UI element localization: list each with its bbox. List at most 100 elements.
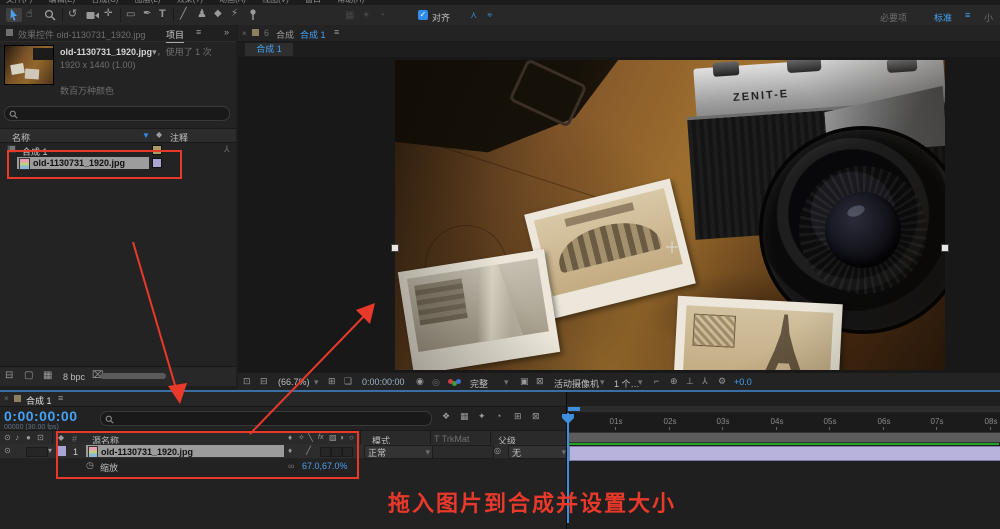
clone-stamp-tool[interactable]: ♟ [197, 9, 207, 20]
snap-label[interactable]: 对齐 [432, 11, 450, 24]
axis-mode-icon[interactable]: ⋏ [470, 10, 477, 21]
layer-name[interactable]: old-1130731_1920.jpg [101, 447, 193, 457]
roi-icon[interactable]: ▣ [520, 377, 529, 386]
resolution-dropdown-icon[interactable]: ▾ [504, 377, 509, 388]
menu-help[interactable]: 帮助(H) [337, 0, 364, 4]
hand-tool[interactable]: ☝ [26, 9, 33, 20]
view-layout-select[interactable]: 1 个… [614, 377, 640, 390]
pixel-aspect-icon[interactable]: ⌐ [654, 377, 659, 386]
camera-tool[interactable] [86, 11, 100, 20]
show-snapshot-icon[interactable]: ◎ [432, 377, 440, 388]
axis-target-icon[interactable]: ⌖ [487, 10, 493, 21]
workspace-standard[interactable]: 标准 [934, 11, 952, 24]
menu-file[interactable]: 文件(F) [6, 0, 32, 4]
pan-behind-tool[interactable]: ✛ [104, 9, 112, 19]
comp-label-swatch[interactable] [152, 145, 162, 155]
shy-layers-icon[interactable]: ✦ [478, 412, 486, 421]
trkmat-column[interactable]: T TrkMat [434, 434, 469, 444]
eraser-tool[interactable]: ◆ [214, 9, 222, 19]
motion-blur-icon[interactable]: ⊞ [514, 412, 522, 421]
rect-tool[interactable]: ▭ [126, 10, 135, 20]
channel-icon[interactable] [448, 379, 462, 386]
layer-shy-toggle[interactable]: ♦ [288, 447, 292, 455]
layer-row[interactable]: ⊙ ▾ 1 old-1130731_1920.jpg ♦ ╲ 正常 ▾ ◎ 无 ▾ [0, 444, 570, 459]
comp-viewer[interactable]: ZENIT-E [238, 57, 1000, 372]
comp-viewer-tab[interactable]: 合成 1 [245, 43, 293, 56]
track-scroll-thumb[interactable] [568, 407, 580, 411]
footage-label-swatch[interactable] [152, 158, 162, 168]
roto-brush-tool[interactable]: ⚡ [231, 9, 238, 19]
current-timecode[interactable]: 0:00:00:00 [4, 408, 78, 424]
menu-layer[interactable]: 图层(L) [135, 0, 161, 4]
camera-view-dropdown-icon[interactable]: ▾ [600, 377, 605, 388]
panel-overflow-icon[interactable]: » [224, 28, 229, 37]
comp-panel-menu-icon[interactable]: ≡ [334, 28, 339, 37]
timeline-search-input[interactable] [100, 411, 432, 426]
layer-handle-left[interactable] [391, 244, 399, 252]
mini-flowchart-icon[interactable]: ❖ [442, 412, 450, 421]
pen-tool[interactable]: ✒ [143, 9, 151, 19]
project-search-input[interactable] [4, 106, 230, 121]
region-of-interest-icon[interactable]: ⊕ [670, 377, 678, 386]
layer-label-swatch[interactable] [57, 446, 66, 456]
menu-view[interactable]: 视图(V) [262, 0, 289, 4]
blend-mode-select[interactable]: 正常 ▾ [364, 445, 434, 459]
link-dimensions-icon[interactable]: ∞ [288, 461, 294, 471]
draft-3d-icon[interactable]: ▦ [460, 412, 469, 421]
workspace-menu-icon[interactable]: ≡ [965, 10, 970, 20]
ruler-icon[interactable]: ⊥ [686, 377, 694, 386]
layer-quality-toggle[interactable]: ╲ [306, 446, 311, 455]
time-ruler[interactable]: 01s 02s 03s 04s 05s 06s 07s 08s [567, 413, 1000, 433]
stopwatch-icon[interactable]: ◷ [86, 461, 94, 470]
brush-tool[interactable]: ╱ [180, 9, 187, 20]
snapshot-icon[interactable]: ◉ [416, 377, 424, 386]
workspace-essentials[interactable]: 必要项 [880, 11, 907, 24]
project-row-comp[interactable]: 合成 1 ⅄ [0, 143, 236, 157]
project-scrollbar[interactable] [100, 373, 166, 379]
zoom-dropdown-icon[interactable]: ▾ [314, 377, 319, 388]
puppet-pin-tool[interactable] [248, 9, 258, 21]
menu-window[interactable]: 窗口 [305, 0, 321, 4]
flowchart-icon[interactable]: ⅄ [702, 377, 708, 386]
composition-image[interactable]: ZENIT-E [395, 60, 945, 370]
workspace-small[interactable]: 小 [984, 11, 993, 24]
new-folder-icon[interactable]: ▢ [24, 371, 33, 381]
transparency-grid-icon[interactable]: ⊠ [536, 377, 544, 386]
tab-effect-controls[interactable]: 效果控件 old-1130731_1920.jpg [18, 28, 145, 41]
zoom-tool[interactable] [44, 9, 56, 21]
preview-timecode[interactable]: 0:00:00:00 [362, 377, 405, 387]
interpret-footage-icon[interactable]: ⊟ [5, 371, 13, 381]
resolution-select[interactable]: 完整 [470, 377, 488, 390]
comp-panel-active-comp[interactable]: 合成 1 [300, 28, 326, 41]
menu-comp[interactable]: 合成(C) [91, 0, 118, 4]
trkmat-select[interactable] [432, 445, 494, 459]
label-column-icon[interactable]: ◆ [156, 131, 162, 139]
monitor-icon[interactable]: ⊟ [260, 377, 268, 386]
scale-value[interactable]: 67.0,67.0 [302, 461, 340, 471]
footage-name[interactable]: old-1130731_1920.jpg [60, 47, 152, 57]
sort-icon[interactable]: ▼ [142, 131, 150, 140]
parent-pickwhip-icon[interactable]: ◎ [494, 447, 501, 455]
grid-guides-icon[interactable]: ⊞ [328, 377, 336, 386]
view-layout-dropdown-icon[interactable]: ▾ [638, 377, 643, 388]
exposure-gear-icon[interactable]: ⚙ [718, 377, 726, 386]
layer-twirl-icon[interactable]: ▾ [48, 447, 52, 455]
snap-checkbox[interactable]: ✓ [418, 10, 428, 20]
camera-view-select[interactable]: 活动摄像机 [554, 377, 599, 390]
layer-anchor-point[interactable] [666, 241, 678, 253]
layer-handle-right[interactable] [941, 244, 949, 252]
exposure-value[interactable]: +0.0 [734, 377, 752, 387]
bit-depth[interactable]: 8 bpc [63, 372, 85, 382]
scale-property-name[interactable]: 缩放 [100, 461, 118, 474]
timeline-menu-icon[interactable]: ≡ [58, 394, 63, 403]
comp-panel-title[interactable]: 合成 [276, 28, 294, 41]
panel-menu-icon[interactable]: ≡ [196, 28, 201, 37]
track-top-scrollbar[interactable] [567, 406, 1000, 412]
parent-select[interactable]: 无 ▾ [508, 445, 570, 459]
scale-property-row[interactable]: ◷ 缩放 ∞ 67.0,67.0% [0, 458, 566, 474]
selection-tool[interactable] [6, 8, 22, 22]
new-comp-icon[interactable]: ▦ [43, 371, 52, 381]
type-tool[interactable]: T [159, 9, 166, 20]
footage-item-name[interactable]: old-1130731_1920.jpg [33, 158, 125, 168]
menu-animation[interactable]: 动画(A) [219, 0, 246, 4]
